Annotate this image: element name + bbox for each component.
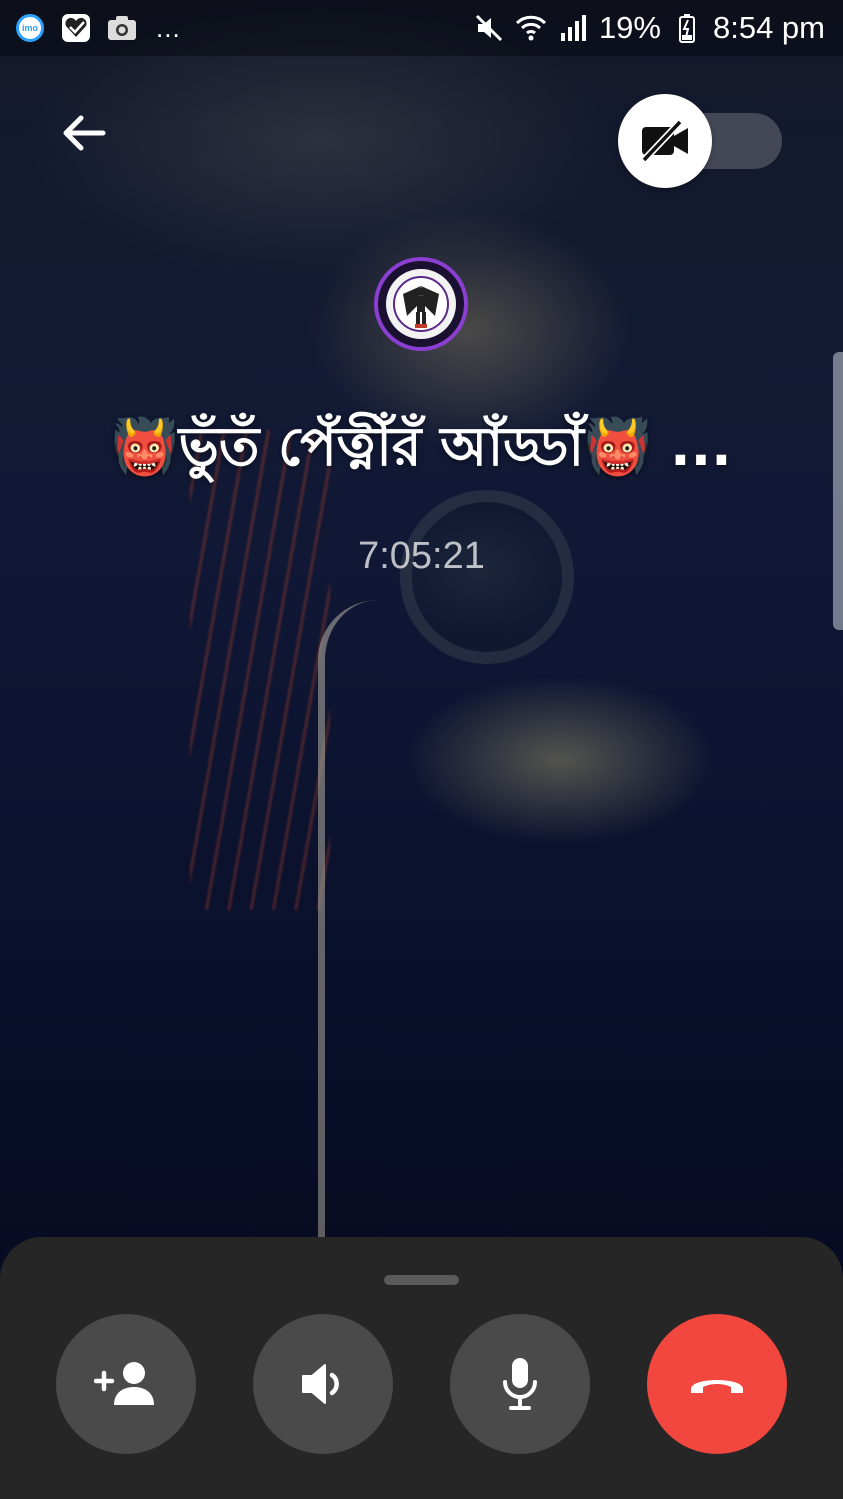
hang-up-icon	[691, 1380, 743, 1393]
winged-figure-logo	[393, 276, 449, 332]
wifi-icon	[515, 12, 547, 44]
panel-drag-handle[interactable]	[384, 1275, 459, 1285]
imo-app-icon: imo	[14, 12, 46, 44]
end-call-button[interactable]	[647, 1314, 787, 1454]
mute-icon	[473, 12, 505, 44]
call-controls-panel	[0, 1237, 843, 1499]
more-notifications: ...	[156, 12, 181, 43]
video-toggle[interactable]	[618, 94, 782, 188]
battery-icon	[671, 12, 703, 44]
speaker-button[interactable]	[253, 1314, 393, 1454]
back-button[interactable]	[56, 105, 112, 161]
arrow-left-icon	[63, 115, 106, 151]
call-duration: 7:05:21	[358, 535, 485, 577]
status-bar: imo ... 19% 8:54 pm	[0, 0, 843, 56]
call-title: 👹ভুঁতঁ পেঁত্নীঁরঁ আঁড্ডাঁ👹 ...	[111, 415, 732, 478]
heart-app-icon	[60, 12, 92, 44]
edge-panel-handle[interactable]	[833, 352, 843, 630]
speaker-icon	[302, 1364, 339, 1404]
mute-microphone-button[interactable]	[450, 1314, 590, 1454]
signal-icon	[557, 12, 589, 44]
video-toggle-knob	[618, 94, 712, 188]
camera-icon	[106, 12, 138, 44]
group-avatar	[374, 257, 468, 351]
clock-time: 8:54 pm	[712, 10, 825, 45]
add-person-icon	[94, 1362, 154, 1405]
add-participant-button[interactable]	[56, 1314, 196, 1454]
video-off-icon	[641, 119, 688, 163]
battery-percent: 19%	[598, 10, 661, 45]
microphone-icon	[503, 1358, 537, 1410]
